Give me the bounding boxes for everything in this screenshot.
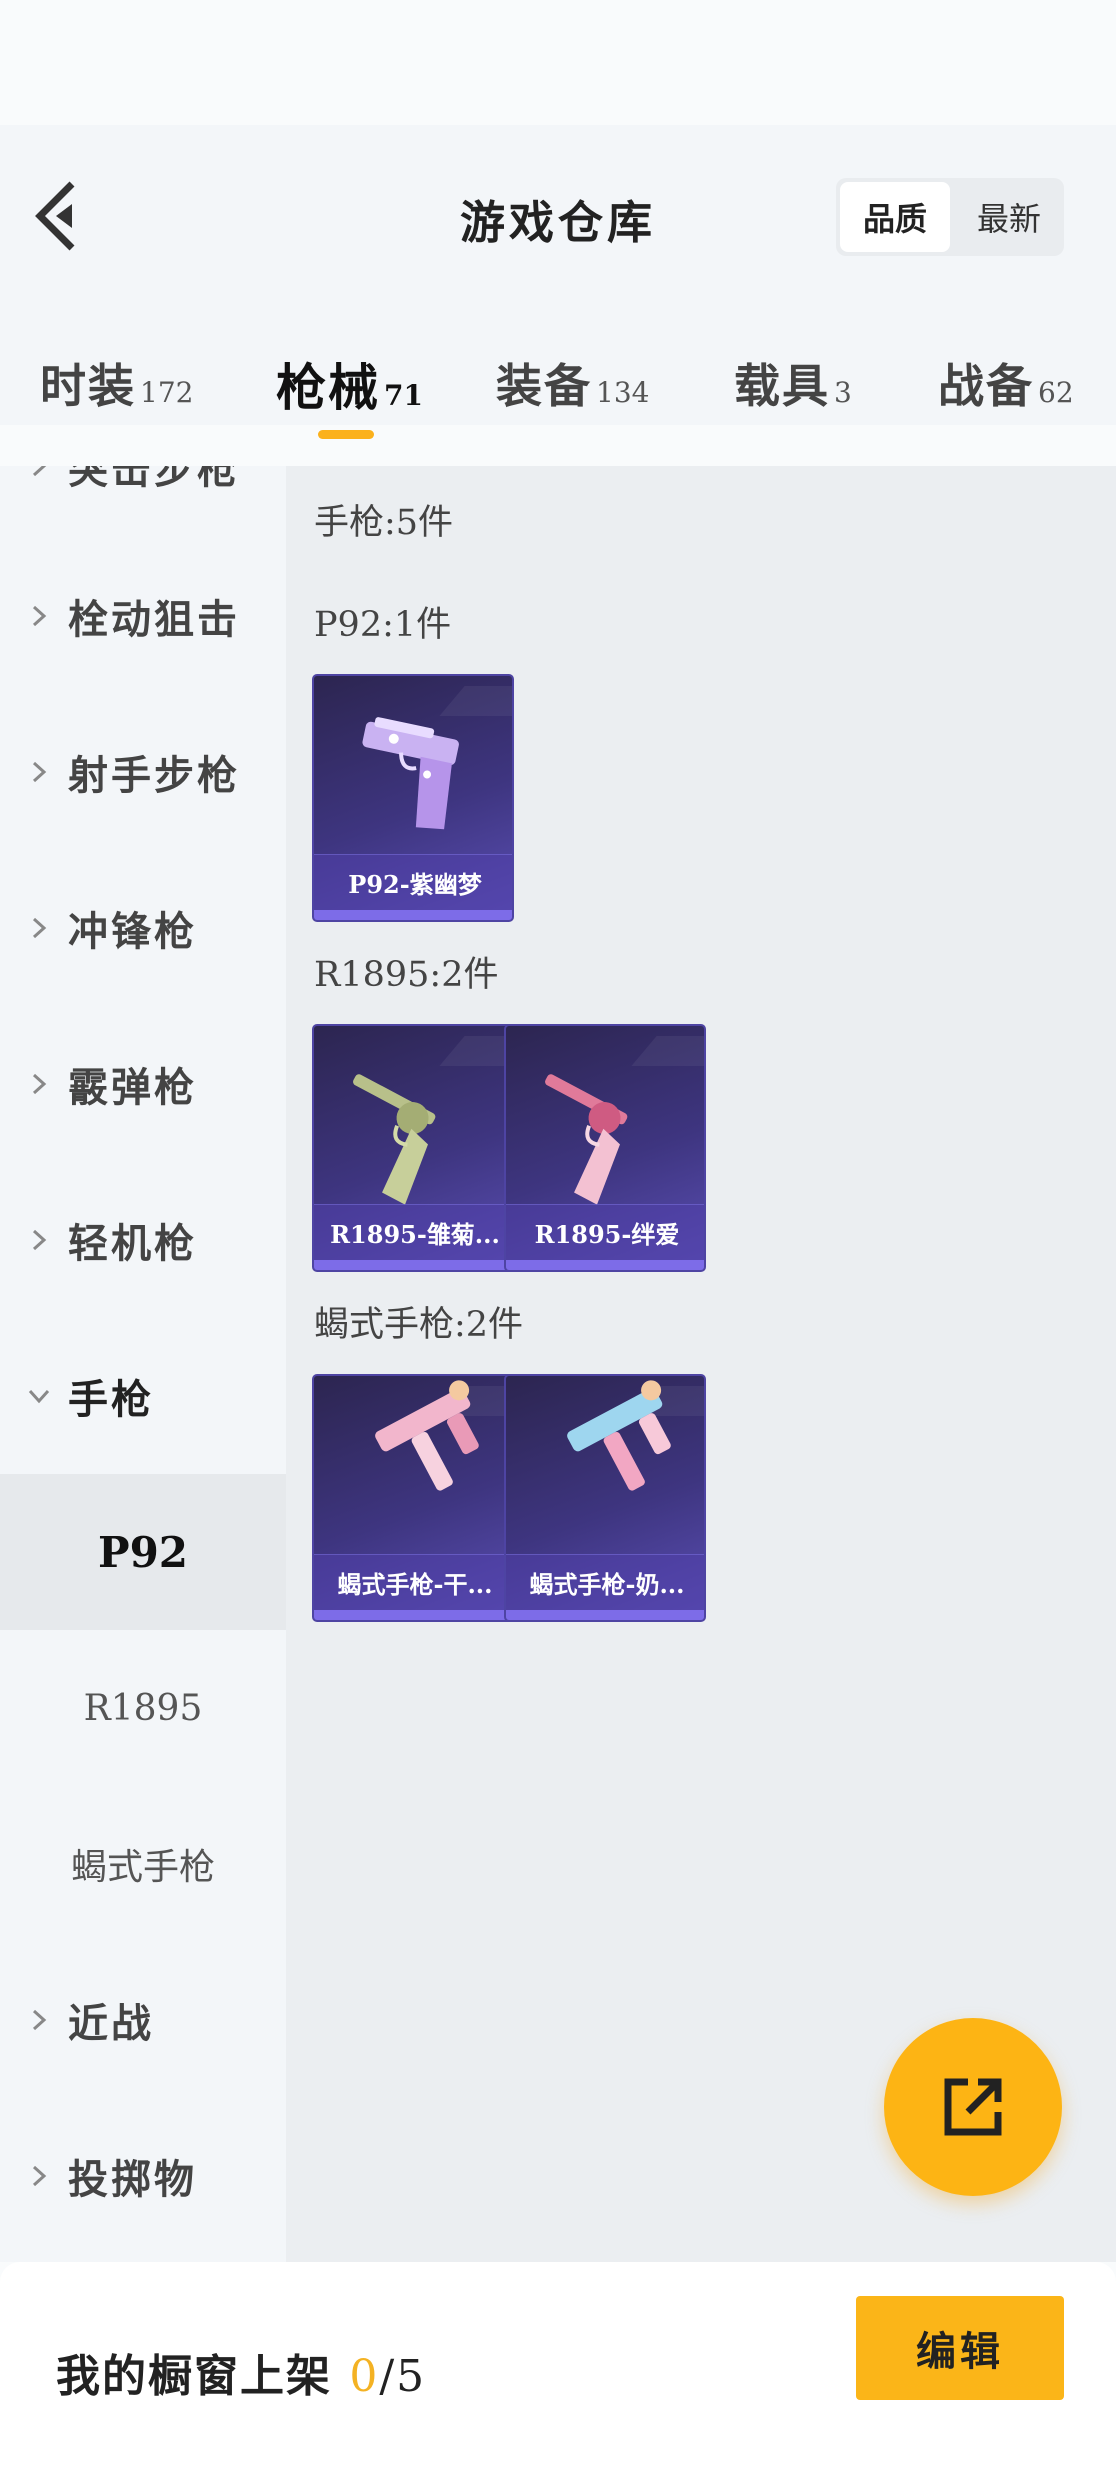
tab-label: 枪械 <box>276 358 380 417</box>
sidebar-subitem-r1895[interactable]: R1895 <box>0 1630 286 1786</box>
sort-latest-button[interactable]: 最新 <box>954 178 1064 256</box>
category-summary: 手枪:5件 <box>314 503 454 543</box>
revolver-skin-image <box>545 1074 628 1205</box>
sidebar-item-pistol[interactable]: 手枪 <box>0 1318 286 1474</box>
chevron-down-icon <box>28 1389 50 1404</box>
sidebar-item-shotgun[interactable]: 霰弹枪 <box>0 1006 286 1162</box>
showcase-current-count: 0 <box>349 2351 380 2402</box>
item-name: 蝎式手枪-奶... <box>506 1554 704 1610</box>
sidebar-item-label: 射手步枪 <box>68 752 240 799</box>
sidebar-item-label: 突击步枪 <box>68 466 240 493</box>
sidebar-item-assault-rifle[interactable]: 突击步枪 <box>0 466 286 544</box>
tab-count: 62 <box>1038 376 1074 409</box>
item-card[interactable]: P92-紫幽梦 <box>312 674 514 922</box>
sidebar-item-melee[interactable]: 近战 <box>0 1942 286 2098</box>
tab-label: 战备 <box>938 359 1034 413</box>
pistol-skin-image <box>362 717 459 830</box>
chevron-right-icon <box>32 2165 47 2187</box>
sidebar-item-marksman-rifle[interactable]: 射手步枪 <box>0 694 286 850</box>
sidebar-item-label: 轻机枪 <box>68 1220 197 1267</box>
item-card[interactable]: 蝎式手枪-干... <box>312 1374 514 1622</box>
sidebar-item-label: 冲锋枪 <box>68 908 197 955</box>
group-header: R1895:2件 <box>314 955 499 995</box>
edit-button[interactable]: 编辑 <box>856 2296 1064 2400</box>
item-name: R1895-雏菊... <box>314 1204 512 1260</box>
weapon-category-sidebar[interactable]: 突击步枪 栓动狙击 射手步枪 冲锋枪 霰弹枪 轻机枪 手枪 P92 R1895 … <box>0 466 286 2262</box>
revolver-skin-image <box>353 1074 436 1205</box>
status-bar <box>0 0 1116 125</box>
tab-equipment[interactable]: 装备 134 <box>496 350 649 416</box>
sidebar-item-lmg[interactable]: 轻机枪 <box>0 1162 286 1318</box>
tab-fashion[interactable]: 时装 172 <box>40 350 193 416</box>
smg-pistol-skin-image <box>375 1380 479 1491</box>
tab-count: 172 <box>140 376 194 409</box>
chevron-right-icon <box>32 605 47 627</box>
sort-quality-button[interactable]: 品质 <box>840 182 950 252</box>
sidebar-subitem-p92[interactable]: P92 <box>0 1474 286 1630</box>
sidebar-item-smg[interactable]: 冲锋枪 <box>0 850 286 1006</box>
showcase-label: 我的橱窗上架 <box>56 2351 332 2402</box>
chevron-right-icon <box>32 1073 47 1095</box>
tab-label: 装备 <box>496 359 592 413</box>
item-grid-area[interactable]: 手枪:5件 P92:1件 P92-紫幽梦 R1895:2件 R1895-雏菊..… <box>286 466 1116 2262</box>
chevron-right-icon <box>32 2009 47 2031</box>
item-name: R1895-绊爱 <box>506 1204 704 1260</box>
item-card[interactable]: R1895-雏菊... <box>312 1024 514 1272</box>
tab-count: 3 <box>834 376 852 409</box>
tab-count: 134 <box>596 376 650 409</box>
card-rarity-bar <box>314 1260 512 1270</box>
group-header: 蝎式手枪:2件 <box>314 1305 524 1345</box>
group-header: P92:1件 <box>314 605 452 645</box>
item-name: 蝎式手枪-干... <box>314 1554 512 1610</box>
sidebar-item-label: 霰弹枪 <box>68 1064 197 1111</box>
tab-tactical[interactable]: 战备 62 <box>938 350 1074 416</box>
sidebar-item-bolt-sniper[interactable]: 栓动狙击 <box>0 538 286 694</box>
card-rarity-bar <box>314 1610 512 1620</box>
sidebar-item-throwables[interactable]: 投掷物 <box>0 2098 286 2254</box>
smg-pistol-skin-image <box>567 1380 671 1491</box>
sidebar-item-label: 投掷物 <box>68 2156 197 2203</box>
category-tabs: 时装 172 枪械 71 装备 134 载具 3 战备 62 <box>0 330 1116 440</box>
chevron-right-icon <box>32 466 47 477</box>
tab-vehicles[interactable]: 载具 3 <box>734 350 852 416</box>
tab-count: 71 <box>384 379 423 412</box>
tab-label: 时装 <box>40 359 136 413</box>
card-rarity-bar <box>506 1260 704 1270</box>
sort-toggle: 品质 最新 <box>836 178 1064 256</box>
tab-label: 载具 <box>734 359 830 413</box>
sidebar-item-label: 栓动狙击 <box>68 596 240 643</box>
item-name: P92-紫幽梦 <box>314 854 512 910</box>
active-tab-indicator <box>318 430 374 439</box>
chevron-right-icon <box>32 761 47 783</box>
showcase-status: 我的橱窗上架 0/5 <box>56 2340 426 2404</box>
sidebar-item-label: 近战 <box>68 2000 154 2047</box>
card-rarity-bar <box>314 910 512 920</box>
chevron-right-icon <box>32 917 47 939</box>
share-icon <box>944 2078 1002 2136</box>
chevron-right-icon <box>32 1229 47 1251</box>
tab-firearms[interactable]: 枪械 71 <box>276 348 423 420</box>
card-rarity-bar <box>506 1610 704 1620</box>
item-card[interactable]: 蝎式手枪-奶... <box>504 1374 706 1622</box>
footer-bar: 我的橱窗上架 0/5 编辑 <box>0 2262 1116 2484</box>
item-card[interactable]: R1895-绊爱 <box>504 1024 706 1272</box>
share-button[interactable] <box>884 2018 1062 2196</box>
sidebar-subitem-scorpion[interactable]: 蝎式手枪 <box>0 1786 286 1942</box>
sidebar-item-label: 手枪 <box>68 1376 154 1423</box>
showcase-total: /5 <box>379 2351 427 2402</box>
